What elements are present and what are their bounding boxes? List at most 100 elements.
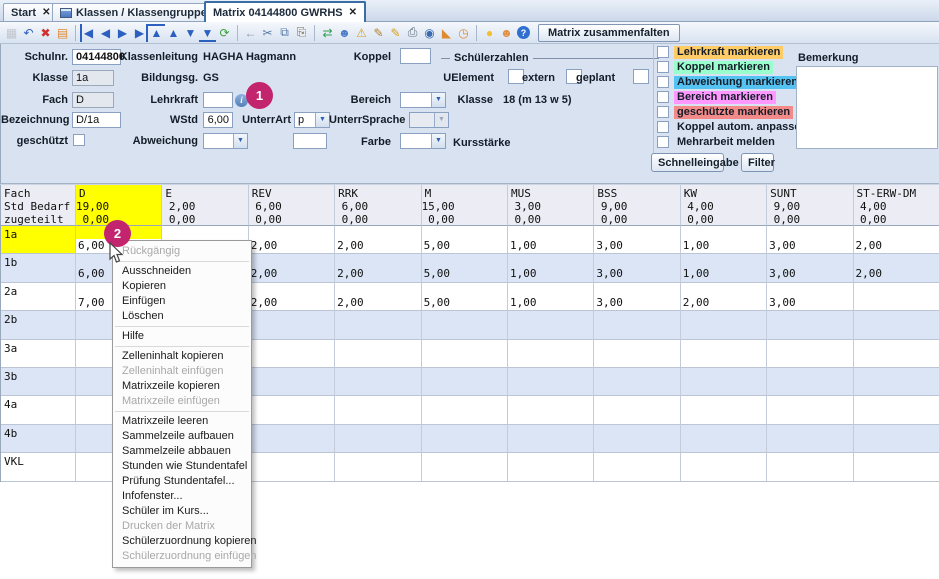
cell-1a-M[interactable]: 5,00 <box>422 226 508 254</box>
cell-3b-BSS[interactable] <box>594 368 680 396</box>
cell-2a-BSS[interactable]: 3,00 <box>594 283 680 311</box>
cell-3b-RRK[interactable] <box>335 368 421 396</box>
cell-4b-ST-ERW-DM[interactable] <box>854 425 939 453</box>
cell-4a-M[interactable] <box>422 396 508 424</box>
cell-VKL-KW[interactable] <box>681 453 767 481</box>
cell-2a-REV[interactable]: 2,00 <box>249 283 335 311</box>
cell-2b-RRK[interactable] <box>335 311 421 339</box>
cell-3b-M[interactable] <box>422 368 508 396</box>
cell-2a-MUS[interactable]: 1,00 <box>508 283 594 311</box>
cell-1b-MUS[interactable]: 1,00 <box>508 254 594 282</box>
cell-VKL-SUNT[interactable] <box>767 453 853 481</box>
cell-1b-REV[interactable]: 2,00 <box>249 254 335 282</box>
cell-VKL-M[interactable] <box>422 453 508 481</box>
cell-3a-KW[interactable] <box>681 340 767 368</box>
unterrsprache-dropdown[interactable] <box>409 112 449 128</box>
menu-item-prüfung-stundentafel[interactable]: Prüfung Stundentafel... <box>113 474 251 489</box>
chevron-down-icon[interactable] <box>233 134 247 148</box>
menu-item-löschen[interactable]: Löschen <box>113 309 251 324</box>
wstd-field[interactable]: 6,00 <box>203 112 233 128</box>
cell-1a-ST-ERW-DM[interactable]: 2,00 <box>854 226 939 254</box>
cell-3a-ST-ERW-DM[interactable] <box>854 340 939 368</box>
column-header-RRK[interactable]: RRK6,000,00 <box>335 185 421 226</box>
nav-last-icon[interactable]: ▶ <box>131 24 148 42</box>
jump-top-icon[interactable]: ▲ <box>148 24 165 42</box>
menu-item-sammelzeile-aufbauen[interactable]: Sammelzeile aufbauen <box>113 429 251 444</box>
cell-2b-BSS[interactable] <box>594 311 680 339</box>
cell-4b-BSS[interactable] <box>594 425 680 453</box>
cell-4b-RRK[interactable] <box>335 425 421 453</box>
column-header-SUNT[interactable]: SUNT9,000,00 <box>767 185 853 226</box>
cell-VKL-MUS[interactable] <box>508 453 594 481</box>
cell-VKL-REV[interactable] <box>249 453 335 481</box>
legend-checkbox[interactable] <box>657 76 669 88</box>
cell-3b-ST-ERW-DM[interactable] <box>854 368 939 396</box>
row-header-VKL[interactable]: VKL <box>1 453 76 481</box>
koppel-field[interactable] <box>400 48 431 64</box>
cell-4a-KW[interactable] <box>681 396 767 424</box>
menu-item-stunden-wie-stundentafel[interactable]: Stunden wie Stundentafel <box>113 459 251 474</box>
save-icon[interactable]: ▦ <box>3 24 20 42</box>
cell-3a-BSS[interactable] <box>594 340 680 368</box>
hint-bulb-icon[interactable]: ● <box>481 24 498 42</box>
cell-3b-MUS[interactable] <box>508 368 594 396</box>
legend-checkbox[interactable] <box>657 121 669 133</box>
legend-checkbox[interactable] <box>657 61 669 73</box>
dataset-icon[interactable]: ▤ <box>54 24 71 42</box>
menu-item-schüler-im-kurs[interactable]: Schüler im Kurs... <box>113 504 251 519</box>
close-icon[interactable]: ✕ <box>42 7 50 18</box>
help-icon[interactable]: ? <box>517 26 530 39</box>
cell-1b-BSS[interactable]: 3,00 <box>594 254 680 282</box>
menu-item-hilfe[interactable]: Hilfe <box>113 329 251 344</box>
column-header-KW[interactable]: KW4,000,00 <box>681 185 767 226</box>
row-header-1b[interactable]: 1b <box>1 254 76 282</box>
row-header-2a[interactable]: 2a <box>1 283 76 311</box>
menu-item-zelleninhalt-kopieren[interactable]: Zelleninhalt kopieren <box>113 349 251 364</box>
matrix-zusammenfalten-button[interactable]: Matrix zusammenfalten <box>538 24 680 42</box>
cell-VKL-RRK[interactable] <box>335 453 421 481</box>
cell-3a-M[interactable] <box>422 340 508 368</box>
cell-1a-BSS[interactable]: 3,00 <box>594 226 680 254</box>
edit-form-icon[interactable]: ✎ <box>370 24 387 42</box>
column-header-E[interactable]: E2,000,00 <box>162 185 248 226</box>
cell-2a-SUNT[interactable]: 3,00 <box>767 283 853 311</box>
cell-2a-ST-ERW-DM[interactable] <box>854 283 939 311</box>
cell-3a-SUNT[interactable] <box>767 340 853 368</box>
nav-prev-icon[interactable]: ◀ <box>97 24 114 42</box>
paste-icon[interactable]: ⎘ <box>293 24 310 42</box>
cell-2b-KW[interactable] <box>681 311 767 339</box>
cell-3a-MUS[interactable] <box>508 340 594 368</box>
menu-item-infofenster[interactable]: Infofenster... <box>113 489 251 504</box>
chevron-down-icon[interactable] <box>431 134 445 148</box>
menu-item-matrixzeile-leeren[interactable]: Matrixzeile leeren <box>113 414 251 429</box>
cell-4a-SUNT[interactable] <box>767 396 853 424</box>
farbe-dropdown[interactable] <box>400 133 446 149</box>
move-up-icon[interactable]: ▲ <box>165 24 182 42</box>
menu-item-kopieren[interactable]: Kopieren <box>113 279 251 294</box>
delete-icon[interactable]: ✖ <box>37 24 54 42</box>
jump-bottom-icon[interactable]: ▼ <box>199 24 216 42</box>
cell-VKL-BSS[interactable] <box>594 453 680 481</box>
cell-1b-KW[interactable]: 1,00 <box>681 254 767 282</box>
cell-3a-RRK[interactable] <box>335 340 421 368</box>
column-header-MUS[interactable]: MUS3,000,00 <box>508 185 594 226</box>
move-down-icon[interactable]: ▼ <box>182 24 199 42</box>
cell-1b-SUNT[interactable]: 3,00 <box>767 254 853 282</box>
cell-4b-REV[interactable] <box>249 425 335 453</box>
geplant-field[interactable] <box>633 69 649 84</box>
tab-start[interactable]: Start ✕ <box>3 3 58 21</box>
edit-notes-icon[interactable]: ✎ <box>387 24 404 42</box>
print-icon[interactable]: ⎙ <box>404 24 421 42</box>
lehrkraft-field[interactable] <box>203 92 233 108</box>
abweichung-dropdown[interactable] <box>203 133 248 149</box>
row-header-3a[interactable]: 3a <box>1 340 76 368</box>
column-header-REV[interactable]: REV6,000,00 <box>249 185 335 226</box>
undo-icon[interactable]: ↶ <box>20 24 37 42</box>
report-warning-icon[interactable]: ⚠ <box>353 24 370 42</box>
cell-4a-BSS[interactable] <box>594 396 680 424</box>
cell-2b-SUNT[interactable] <box>767 311 853 339</box>
cell-4b-KW[interactable] <box>681 425 767 453</box>
unterrart-zusatz-field[interactable] <box>293 133 327 149</box>
row-header-2b[interactable]: 2b <box>1 311 76 339</box>
bemerkung-textarea[interactable] <box>796 66 938 149</box>
